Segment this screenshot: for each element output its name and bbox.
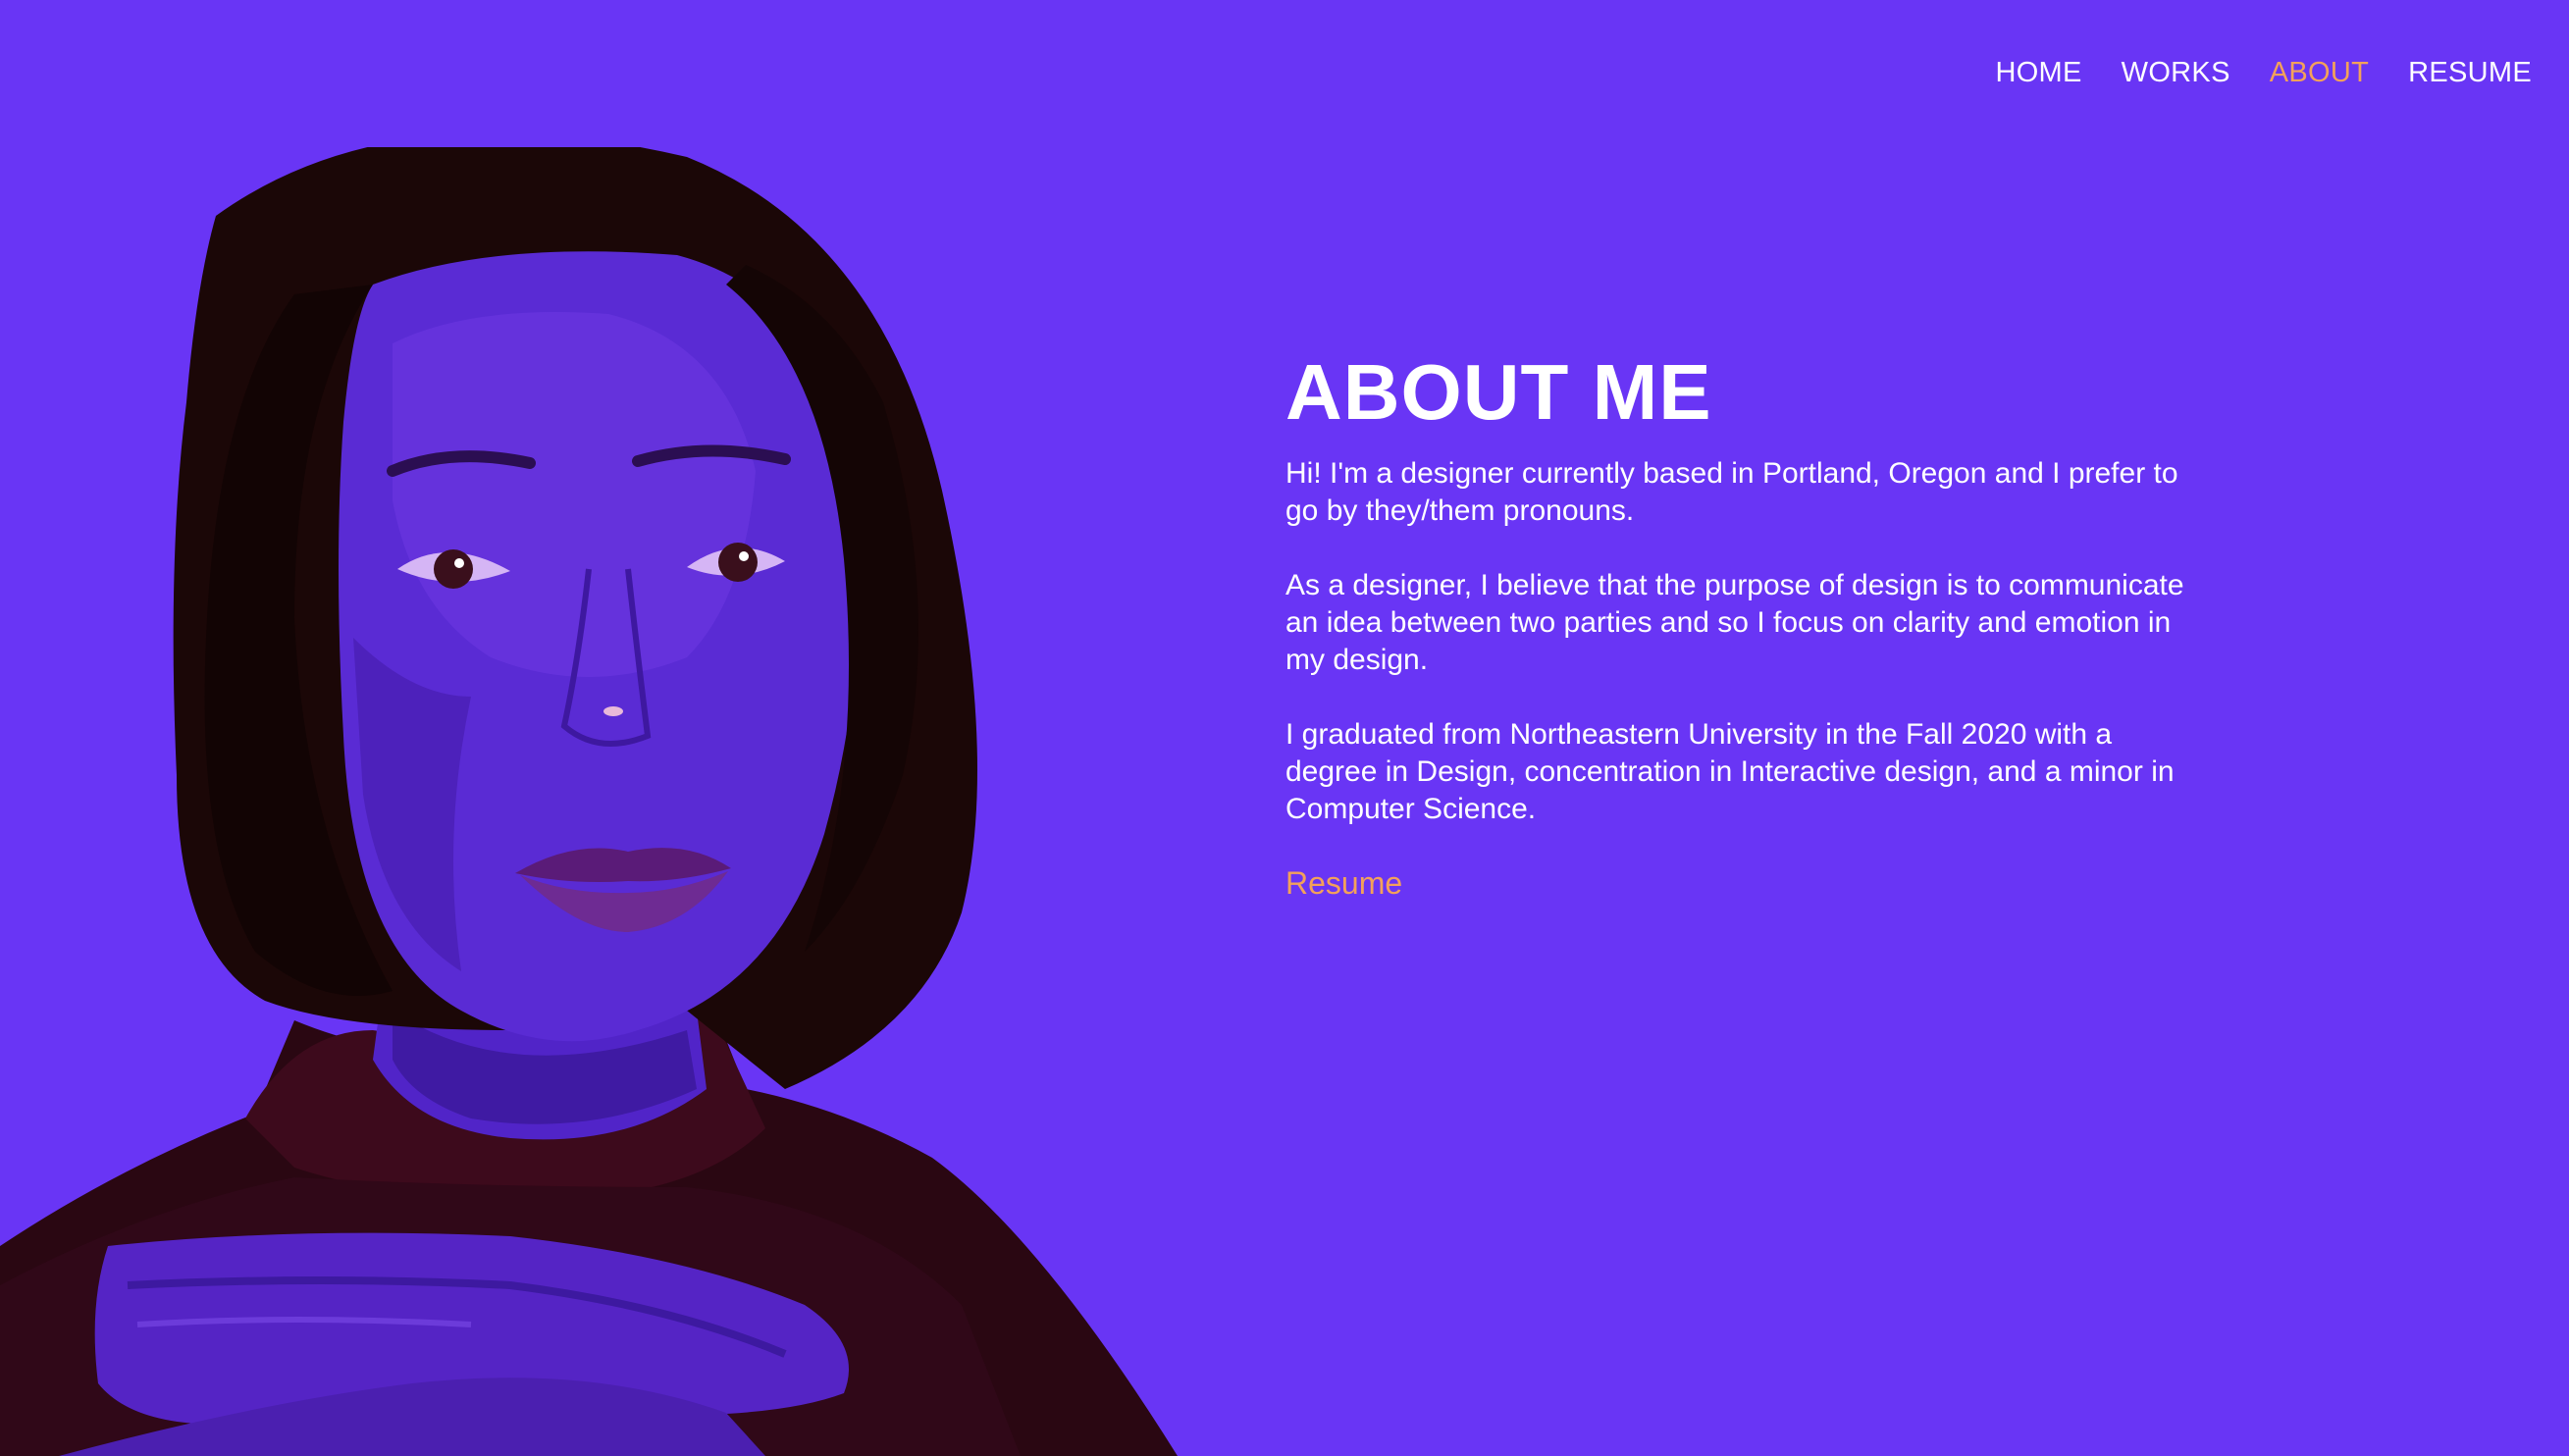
nav-about-link[interactable]: ABOUT — [2270, 57, 2369, 89]
nav-resume-link[interactable]: RESUME — [2408, 57, 2532, 89]
portrait-illustration — [0, 147, 1178, 1456]
nav-home-link[interactable]: HOME — [1995, 57, 2081, 89]
about-page: HOME WORKS ABOUT RESUME ABOUT ME Hi! I'm… — [0, 0, 2569, 1456]
nav-works-link[interactable]: WORKS — [2122, 57, 2230, 89]
about-section: ABOUT ME Hi! I'm a designer currently ba… — [1285, 353, 2198, 902]
top-nav: HOME WORKS ABOUT RESUME — [1995, 57, 2532, 89]
resume-link[interactable]: Resume — [1285, 865, 1402, 901]
about-paragraph-philosophy: As a designer, I believe that the purpos… — [1285, 569, 2184, 676]
about-title: ABOUT ME — [1285, 348, 1712, 436]
about-paragraph-intro: Hi! I'm a designer currently based in Po… — [1285, 457, 2178, 527]
about-paragraph-education: I graduated from Northeastern University… — [1285, 718, 2175, 825]
